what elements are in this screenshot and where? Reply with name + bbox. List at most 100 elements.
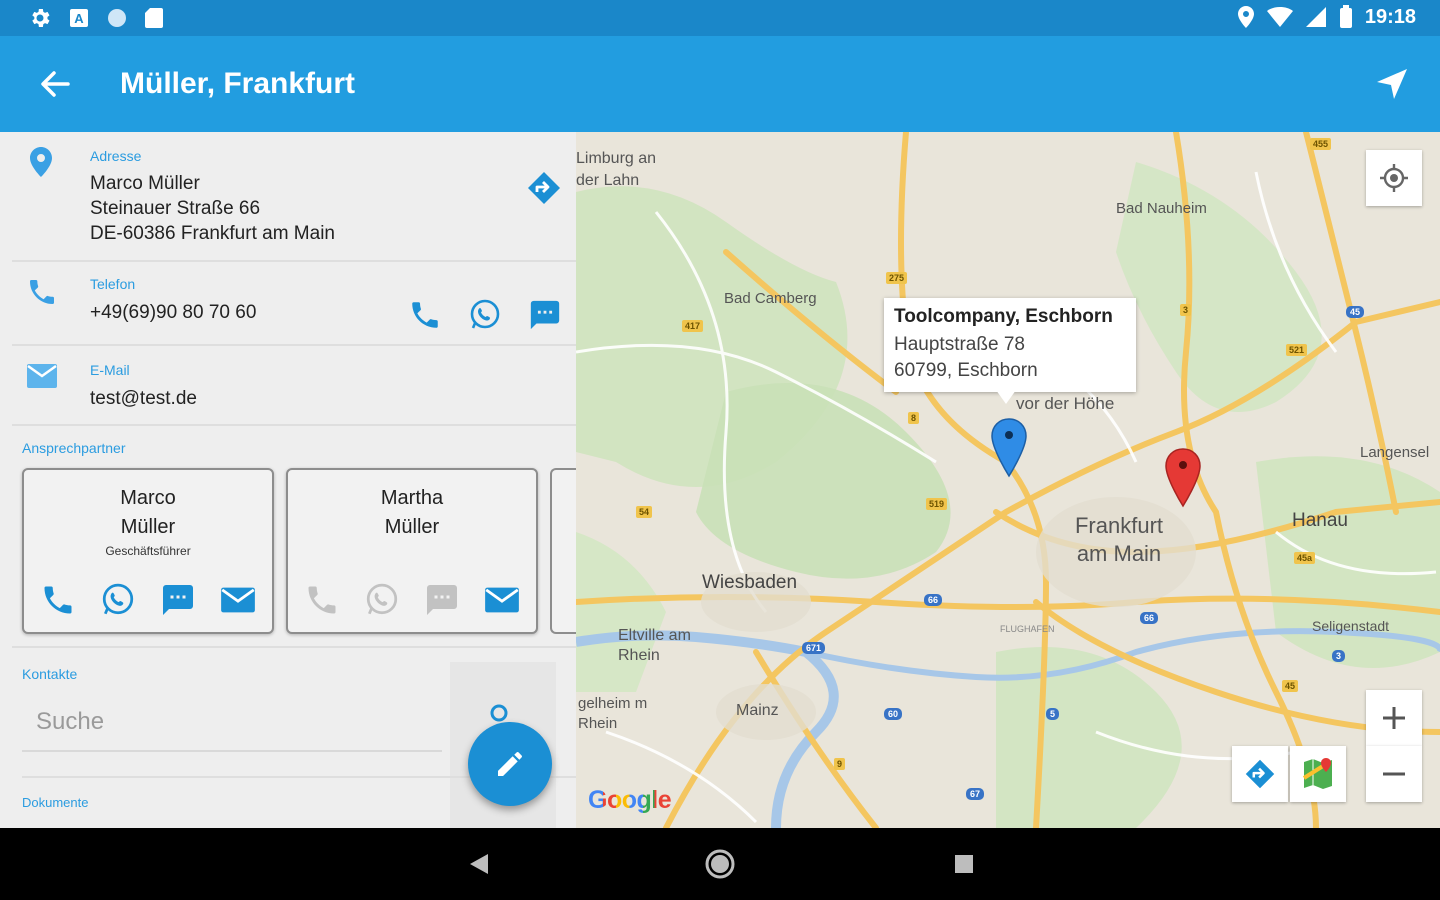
- contact-first-name: Marco: [120, 487, 176, 509]
- mail-icon: [27, 364, 57, 388]
- call-icon[interactable]: [408, 298, 442, 332]
- directions-icon[interactable]: [526, 170, 562, 206]
- road-label: 275: [886, 272, 908, 284]
- road-label: 455: [1310, 138, 1332, 150]
- contact-card-name: Martha Müller: [288, 484, 536, 542]
- road-label: 45: [1282, 680, 1299, 692]
- phone-icon: [30, 280, 54, 304]
- mail-icon[interactable]: [220, 582, 256, 618]
- settings-icon: [32, 9, 50, 27]
- info-title: Toolcompany, Eschborn: [894, 306, 1113, 327]
- info-city: 60799, Eschborn: [894, 360, 1038, 381]
- open-google-maps-button[interactable]: [1290, 746, 1346, 802]
- my-location-button[interactable]: [1366, 150, 1422, 206]
- road-label: 45: [1346, 306, 1365, 318]
- road-label: 45a: [1294, 552, 1316, 564]
- road-label: 9: [834, 758, 846, 770]
- circle-icon: [108, 9, 126, 27]
- directions-icon: [1245, 759, 1275, 789]
- arrow-back-icon: [41, 71, 70, 97]
- map-label-vor-der-hoehe: vor der Höhe: [1016, 394, 1115, 413]
- map-label-bad-nauheim: Bad Nauheim: [1116, 200, 1207, 217]
- map-directions-button[interactable]: [1232, 746, 1288, 802]
- back-button[interactable]: [30, 64, 78, 104]
- contact-card-marco[interactable]: Marco Müller Geschäftsführer: [22, 468, 274, 634]
- whatsapp-icon-disabled: [364, 582, 400, 618]
- location-pin-icon: [30, 147, 52, 177]
- zoom-out-button[interactable]: [1366, 746, 1422, 802]
- map-marker-blue-icon[interactable]: [990, 418, 1028, 478]
- contacts-search-input[interactable]: [22, 694, 442, 752]
- call-icon-disabled: [304, 582, 340, 618]
- sms-icon[interactable]: [160, 582, 196, 618]
- navigate-button[interactable]: [1374, 66, 1410, 102]
- contact-last-name: Müller: [384, 516, 440, 538]
- map-label-wiesbaden: Wiesbaden: [702, 572, 798, 593]
- contact-card-partial[interactable]: [550, 468, 576, 634]
- wifi-icon: [1266, 7, 1293, 27]
- sd-card-icon: [145, 8, 163, 28]
- documents-label: Dokumente: [22, 795, 89, 810]
- status-time: 19:18: [1364, 5, 1416, 28]
- road-label: 671: [802, 642, 826, 654]
- contact-card-martha[interactable]: Martha Müller: [286, 468, 538, 634]
- battery-icon: [1339, 5, 1352, 28]
- navigation-arrow-icon: [1377, 69, 1407, 99]
- plus-icon: [1383, 707, 1405, 729]
- call-icon[interactable]: [40, 582, 76, 618]
- map-marker-red-icon[interactable]: [1164, 448, 1202, 508]
- status-bar: A 19:18: [0, 0, 1440, 36]
- map-view[interactable]: Limburg an der Lahn Bad Nauheim Bad Camb…: [576, 132, 1440, 828]
- contact-card-actions: [24, 582, 272, 618]
- map-label-mainz: Mainz: [736, 702, 779, 719]
- email-section: E-Mail test@test.de: [12, 346, 576, 426]
- map-info-window[interactable]: Toolcompany, Eschborn Hauptstraße 78 607…: [884, 298, 1136, 392]
- status-icons-left: A: [28, 6, 164, 30]
- whatsapp-icon[interactable]: [468, 298, 502, 332]
- map-label-bad-camberg: Bad Camberg: [724, 290, 817, 307]
- map-label-limburg: Limburg an der Lahn: [576, 150, 657, 189]
- map-label-ingelheim: gelheim m Rhein: [578, 695, 648, 732]
- sms-icon[interactable]: [528, 298, 562, 332]
- address-lines: Marco Müller Steinauer Straße 66 DE-6038…: [90, 171, 335, 246]
- details-panel: Adresse Marco Müller Steinauer Straße 66…: [0, 132, 576, 828]
- contacts-label: Kontakte: [22, 666, 78, 682]
- whatsapp-icon[interactable]: [100, 582, 136, 618]
- road-label: 54: [636, 506, 653, 518]
- address-line-city: DE-60386 Frankfurt am Main: [90, 223, 335, 244]
- address-section: Adresse Marco Müller Steinauer Straße 66…: [12, 132, 576, 262]
- map-label-seligenstadt: Seligenstadt: [1312, 618, 1390, 634]
- road-label: 3: [1332, 650, 1346, 662]
- road-label: 5: [1046, 708, 1060, 720]
- map-label-frankfurt: Frankfurt am Main: [1074, 513, 1164, 566]
- road-label: 8: [908, 412, 920, 424]
- nav-back-icon[interactable]: [466, 850, 494, 878]
- info-street: Hauptstraße 78: [894, 334, 1025, 355]
- contact-last-name: Müller: [120, 516, 176, 538]
- page-title: Müller, Frankfurt: [120, 67, 356, 100]
- crosshair-icon: [1380, 164, 1408, 192]
- mail-icon[interactable]: [484, 582, 520, 618]
- phone-section: Telefon +49(69)90 80 70 60: [12, 262, 576, 346]
- road-label: 67: [966, 788, 985, 800]
- contact-role: Geschäftsführer: [105, 544, 191, 558]
- contact-first-name: Martha: [380, 487, 444, 509]
- map-label-eltville: Eltville am Rhein: [618, 627, 691, 664]
- nav-recents-icon[interactable]: [950, 850, 978, 878]
- status-icons-right: 19:18: [1237, 5, 1416, 29]
- divider: [12, 646, 576, 648]
- edit-fab-button[interactable]: [468, 722, 552, 806]
- email-label: E-Mail: [90, 362, 130, 378]
- nav-home-icon[interactable]: [704, 848, 736, 880]
- road-label: 66: [924, 594, 943, 606]
- pencil-icon: [498, 752, 522, 776]
- road-label: 417: [682, 320, 704, 332]
- map-background: [576, 132, 1440, 828]
- app-a-icon: A: [70, 9, 88, 27]
- zoom-in-button[interactable]: [1366, 690, 1422, 746]
- road-label: 521: [1286, 344, 1308, 356]
- email-value[interactable]: test@test.de: [90, 386, 197, 411]
- app-bar: Müller, Frankfurt: [0, 36, 1440, 132]
- system-navigation-bar: [0, 828, 1440, 900]
- contact-card-name: Marco Müller: [24, 484, 272, 542]
